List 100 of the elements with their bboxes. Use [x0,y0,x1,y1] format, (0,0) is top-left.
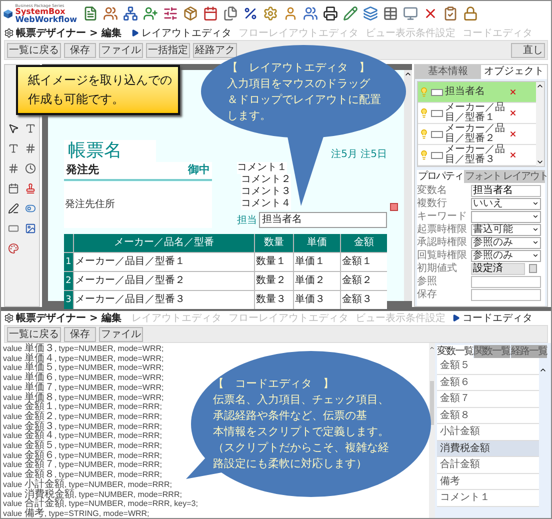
scroll-up-icon[interactable] [539,366,547,374]
user-add-icon[interactable] [143,6,158,21]
toolbar-button[interactable]: ファイル [99,42,143,58]
toolbar-button[interactable]: 保存 [64,42,96,58]
property-field[interactable]: 担当者名 [471,184,541,196]
editor-tab[interactable]: コードエディタ [452,310,532,326]
property-tab[interactable]: フォント [464,170,502,183]
code-line: value 金額１, type=NUMBER, mode=RRR; [3,402,162,412]
toolbar-button[interactable]: 一覧に戻る [7,326,61,342]
clock-icon[interactable] [25,163,36,174]
scroll-up-icon[interactable] [536,82,544,90]
settings-icon [4,313,14,323]
property-select[interactable]: 参照のみ [471,250,541,262]
property-select[interactable]: 参照のみ [471,236,541,248]
document-icon[interactable] [83,6,98,21]
table-icon[interactable] [383,6,398,21]
variable-item[interactable]: 消費税金額 [437,440,539,457]
scroll-thumb[interactable] [430,381,434,425]
delete-icon[interactable] [509,88,517,96]
number-field-icon[interactable] [25,143,36,154]
variable-item[interactable]: 備考 [437,474,539,490]
table-cell: 数量３ [255,291,293,309]
toolbar-button[interactable]: ファイル [99,326,143,342]
variable-item[interactable]: コメント１ [437,490,539,506]
property-select[interactable]: 書込可能 [471,224,541,236]
code-line: value 単価７, type=NUMBER, mode=WRR; [3,382,164,393]
object-row[interactable]: 担当者名 [418,82,536,103]
toolbar-button[interactable]: 経路アク [193,42,237,58]
panel-tab[interactable]: 変数一覧 [437,345,473,358]
property-tab[interactable]: レイアウト [502,170,549,183]
scroll-down-icon[interactable] [536,158,544,166]
close-icon[interactable] [423,6,438,21]
property-label: 初期値式 [417,262,458,274]
object-row[interactable]: メーカー／品目／型番１ [418,103,536,124]
variable-item[interactable]: 合計金額 [437,457,539,474]
sliders-icon[interactable] [163,6,178,21]
object-row[interactable]: メーカー／品目／型番２ [418,124,536,145]
percent-icon[interactable] [243,6,258,21]
scrollbar[interactable] [536,82,544,166]
object-name: メーカー／品目／型番２ [445,124,506,144]
edit-icon[interactable] [343,6,358,21]
pointer-icon[interactable] [8,123,19,134]
code-line: value 消費税金額, type=NUMBER, mode=RRR; [3,490,182,500]
toolbar-button[interactable]: 一覧に戻る [7,42,61,58]
settings-icon[interactable] [263,6,278,21]
group-icon[interactable] [303,6,318,21]
files-icon[interactable] [223,6,238,21]
callout-title: 【 レイアウトエディタ 】 [227,60,370,76]
text-field-icon[interactable] [25,123,36,134]
variable-item[interactable]: 金額５ [437,358,539,374]
property-label: 承認時権限 [417,236,468,248]
property-select[interactable]: いいえ [471,198,541,210]
box-icon[interactable] [183,6,198,21]
row-number: 3 [64,291,73,309]
people-icon[interactable] [103,6,118,21]
scroll-up-icon[interactable] [404,70,412,78]
signature-icon[interactable] [8,203,19,214]
calendar-icon[interactable] [8,183,19,194]
toolbar-button[interactable]: 直し [511,42,545,58]
address-field: 発注先住所 [65,197,115,212]
toolbar-button[interactable]: 一括指定 [146,42,190,58]
variable-item[interactable]: 小計金額 [437,424,539,440]
scrollbar[interactable] [404,70,412,301]
table-header: 数量 [255,234,293,252]
code-line: value 金額６, type=NUMBER, mode=RRR; [3,450,162,460]
panel-tab[interactable]: オブジェクト [481,65,547,79]
comment-field: コメント３ [241,186,291,198]
property-field[interactable] [471,288,541,300]
variable-item[interactable]: 金額６ [437,374,539,391]
palette-icon[interactable] [8,243,19,254]
editor-tab[interactable]: レイアウトエディタ [131,26,232,40]
variable-item[interactable]: 金額７ [437,391,539,408]
button-shape-icon[interactable] [8,223,19,234]
lock-icon[interactable] [463,6,478,21]
property-label: 回覧時権限 [417,250,468,262]
delete-icon[interactable] [509,151,517,159]
variable-item[interactable]: 金額８ [437,408,539,424]
property-tab[interactable]: プロパティ [417,170,464,183]
logo-text: SystemBox [15,8,66,16]
number-area-icon[interactable] [8,163,19,174]
toggle-icon[interactable] [25,203,36,214]
calendar-icon[interactable] [203,6,218,21]
printer-icon[interactable] [323,6,338,21]
text-area-icon[interactable] [8,143,19,154]
layers-icon[interactable] [363,6,378,21]
delete-icon[interactable] [509,130,517,138]
checklist-icon[interactable] [443,6,458,21]
panel-tab[interactable]: 基本情報 [415,65,481,79]
toolbar-button[interactable]: 保存 [64,326,96,342]
network-icon[interactable] [123,6,138,21]
image-icon[interactable] [25,223,36,234]
staff-field[interactable]: 担当者名 [259,212,387,228]
delete-icon[interactable] [509,109,517,117]
breadcrumb: 帳票デザイナー > 編集 [16,26,122,40]
table-cell: 数量１ [255,253,293,271]
monitor-icon[interactable] [403,6,418,21]
object-row[interactable]: メーカー／品目／型番３ [418,145,536,166]
stamp-icon[interactable] [25,183,36,194]
property-field[interactable] [471,276,541,288]
person-icon[interactable] [283,6,298,21]
